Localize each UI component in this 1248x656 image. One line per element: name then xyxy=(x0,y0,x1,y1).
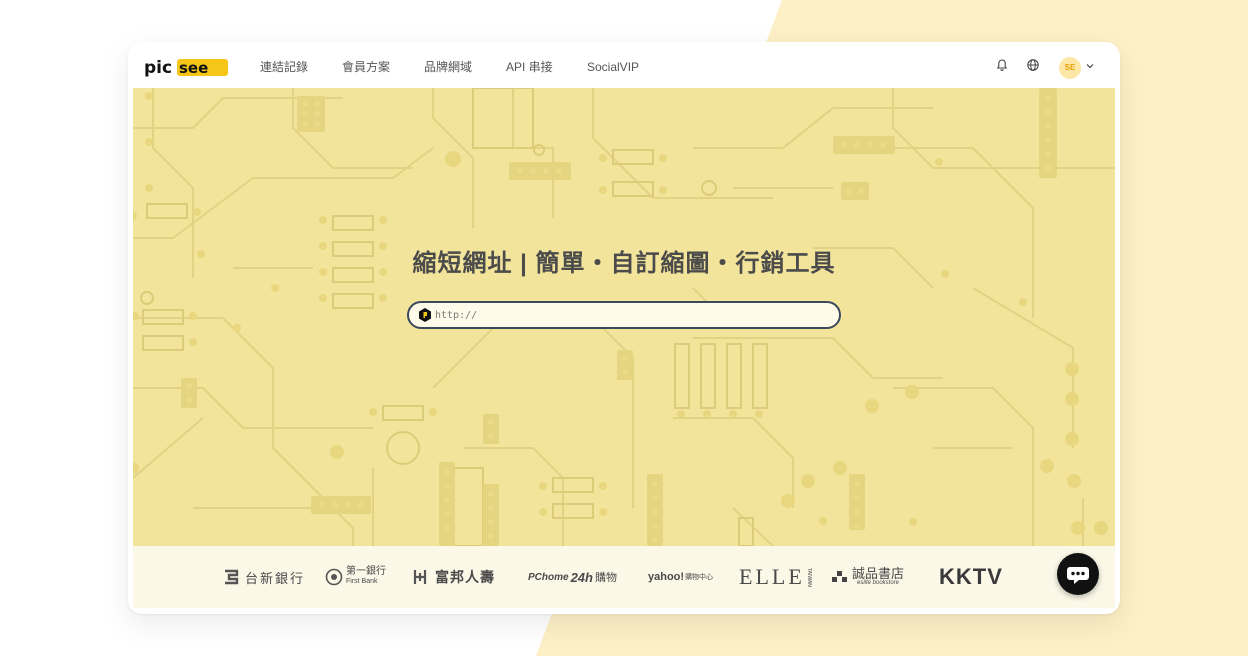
nav-item-membership-plans[interactable]: 會員方案 xyxy=(342,58,390,76)
partner-logo-pchome: PChome 24h 購物 xyxy=(528,569,617,585)
user-avatar[interactable]: SE xyxy=(1059,57,1081,79)
taishin-logo-icon xyxy=(225,569,239,585)
first-bank-logo-icon xyxy=(325,568,343,586)
partner-logos-strip: 台新銀行 第一銀行 First Bank 富邦人壽 PChome 24h 購物 xyxy=(133,546,1115,608)
window-bottom-edge xyxy=(133,608,1115,614)
eslite-logo-icon xyxy=(832,571,847,582)
url-input-container[interactable] xyxy=(407,301,841,329)
fubon-logo-icon xyxy=(413,570,427,584)
chat-button[interactable] xyxy=(1057,553,1099,595)
nav-item-brand-domain[interactable]: 品牌網域 xyxy=(424,58,472,76)
top-nav: pic see 連結記錄 會員方案 品牌網域 API 串接 SocialVIP … xyxy=(128,42,1120,88)
url-input[interactable] xyxy=(435,306,831,325)
nav-item-socialvip[interactable]: SocialVIP xyxy=(587,58,639,76)
partner-logo-first-bank: 第一銀行 First Bank xyxy=(325,564,386,590)
chat-bubble-icon xyxy=(1067,567,1089,584)
nav-item-link-records[interactable]: 連結記錄 xyxy=(260,58,308,76)
partner-logo-elle: ELLE TAIWAN xyxy=(739,564,812,589)
hero-section: 縮短網址 | 簡單・自訂縮圖・行銷工具 xyxy=(133,88,1115,546)
nav-item-api[interactable]: API 串接 xyxy=(506,58,553,76)
hero-headline: 縮短網址 | 簡單・自訂縮圖・行銷工具 xyxy=(412,250,836,277)
svg-text:see: see xyxy=(179,59,208,77)
picsee-logo[interactable]: pic see xyxy=(144,57,228,77)
bell-icon[interactable] xyxy=(995,58,1009,72)
partner-logo-kktv: KKTV xyxy=(939,564,1003,589)
picsee-mark-icon xyxy=(419,308,431,322)
partner-logo-fubon-life: 富邦人壽 xyxy=(411,564,495,590)
partner-logo-eslite: 誠品書店 eslite bookstore xyxy=(831,564,904,590)
partner-logo-taishin: 台新銀行 xyxy=(221,564,305,590)
app-window: pic see 連結記錄 會員方案 品牌網域 API 串接 SocialVIP … xyxy=(128,42,1120,614)
globe-icon[interactable] xyxy=(1026,58,1040,72)
svg-text:pic: pic xyxy=(144,58,172,77)
chevron-down-icon[interactable] xyxy=(1085,62,1095,70)
partner-logo-yahoo-shopping: yahoo! 購物中心 xyxy=(648,571,714,583)
